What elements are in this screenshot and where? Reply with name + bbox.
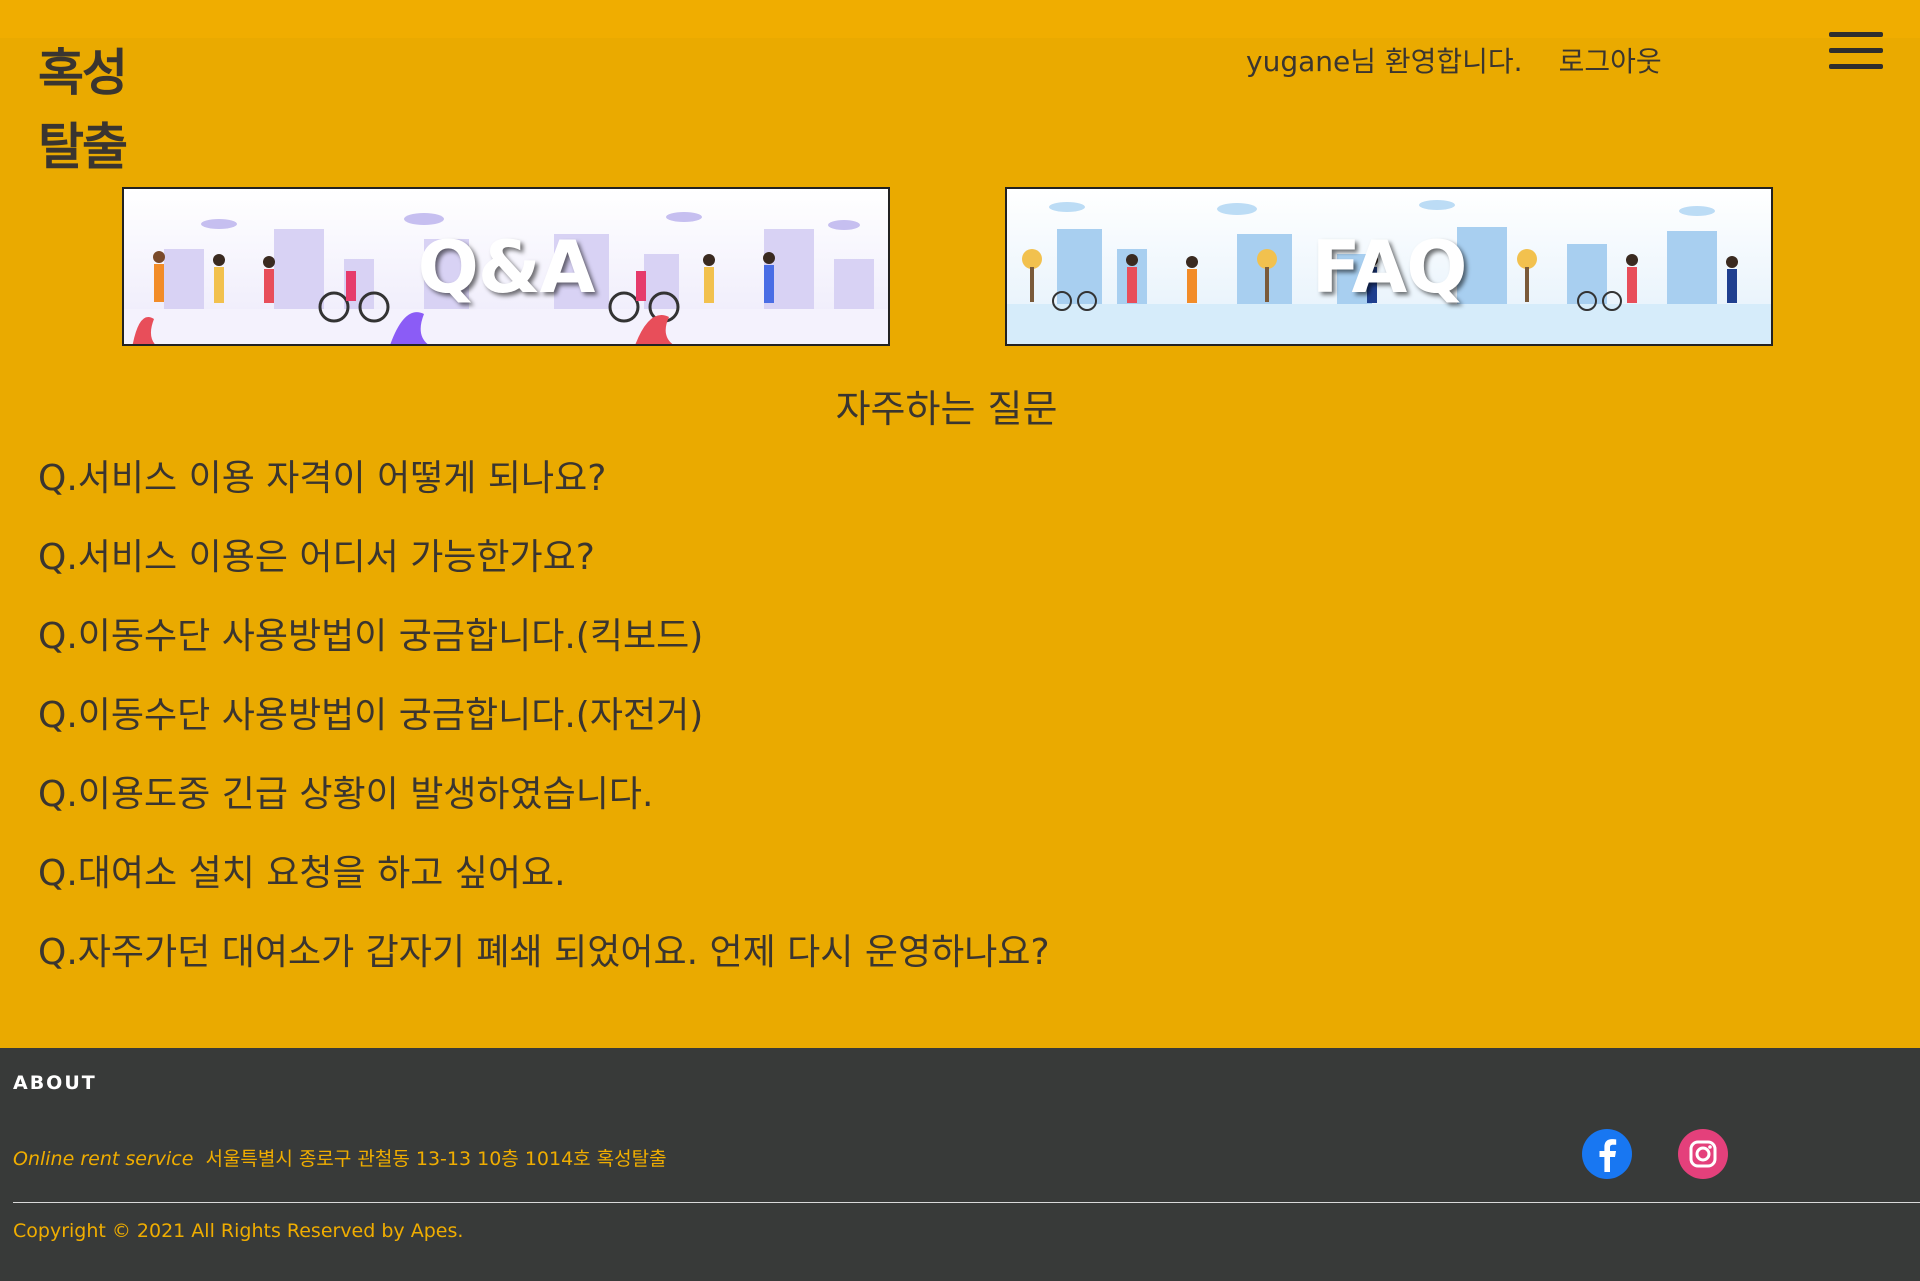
faq-question-3[interactable]: Q.이동수단 사용방법이 궁금합니다.(킥보드) [38, 610, 1050, 689]
hamburger-menu-icon[interactable] [1829, 32, 1883, 70]
site-logo[interactable]: 혹성 탈출 [38, 36, 158, 184]
main-area: 혹성 탈출 yugane님 환영합니다. 로그아웃 Q&A FAQ 자주하는 질… [0, 0, 1920, 1048]
faq-question-1[interactable]: Q.서비스 이용 자격이 어떻게 되나요? [38, 452, 1050, 531]
footer-copyright: Copyright © 2021 All Rights Reserved by … [13, 1220, 464, 1242]
faq-question-5[interactable]: Q.이용도중 긴급 상황이 발생하였습니다. [38, 768, 1050, 847]
footer-address-text: 서울특별시 종로구 관철동 13-13 10층 1014호 혹성탈출 [205, 1148, 667, 1170]
faq-heading: 자주하는 질문 [835, 387, 1058, 431]
logo-line-2: 탈출 [38, 118, 128, 176]
instagram-icon[interactable] [1677, 1128, 1729, 1180]
faq-question-6[interactable]: Q.대여소 설치 요청을 하고 싶어요. [38, 847, 1050, 926]
faq-question-4[interactable]: Q.이동수단 사용방법이 궁금합니다.(자전거) [38, 689, 1050, 768]
welcome-message: yugane님 환영합니다. [1246, 45, 1523, 78]
qa-banner[interactable]: Q&A [122, 187, 890, 346]
qa-banner-title: Q&A [417, 224, 596, 309]
footer-divider [13, 1202, 1920, 1203]
logo-line-1: 혹성 [38, 44, 128, 102]
faq-banner[interactable]: FAQ [1005, 187, 1773, 346]
user-area: yugane님 환영합니다. 로그아웃 [1246, 40, 1662, 80]
footer-address: Online rent service 서울특별시 종로구 관철동 13-13 … [13, 1144, 667, 1171]
footer-about-heading: ABOUT [13, 1072, 97, 1094]
faq-question-2[interactable]: Q.서비스 이용은 어디서 가능한가요? [38, 531, 1050, 610]
faq-banner-title: FAQ [1311, 224, 1468, 309]
faq-question-7[interactable]: Q.자주가던 대여소가 갑자기 폐쇄 되었어요. 언제 다시 운영하나요? [38, 926, 1050, 1005]
faq-list: Q.서비스 이용 자격이 어떻게 되나요? Q.서비스 이용은 어디서 가능한가… [38, 452, 1050, 1005]
footer-service-label: Online rent service [13, 1148, 194, 1170]
facebook-icon[interactable] [1581, 1128, 1633, 1180]
footer: ABOUT Online rent service 서울특별시 종로구 관철동 … [0, 1048, 1920, 1281]
logout-link[interactable]: 로그아웃 [1559, 40, 1662, 80]
